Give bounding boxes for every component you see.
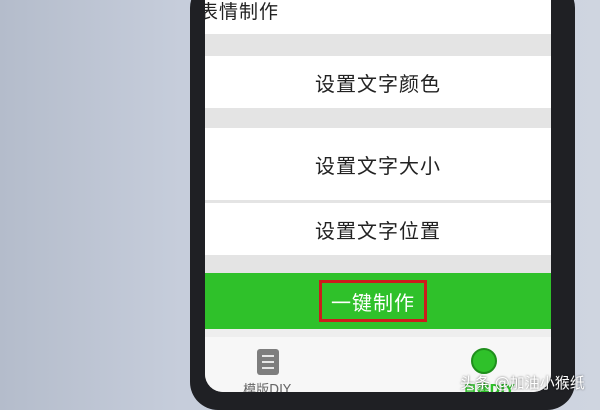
divider (205, 108, 551, 128)
circle-icon (471, 348, 497, 374)
set-text-position-option[interactable]: 设置文字位置 (205, 203, 551, 255)
divider (205, 255, 551, 273)
watermark: 头条 @加油小猴纸 (460, 374, 585, 392)
header: 表情制作 (205, 0, 551, 34)
divider (205, 34, 551, 56)
button-label: 一键制作 (331, 290, 415, 315)
option-label: 设置文字颜色 (315, 71, 441, 96)
one-key-create-button[interactable]: 一键制作 (319, 280, 427, 322)
set-text-size-option[interactable]: 设置文字大小 (205, 128, 551, 200)
tab-template-diy[interactable]: 模版DIY (207, 337, 327, 392)
app-screen: 表情制作 设置文字颜色 设置文字大小 设置文字位置 一键制作 模版DIY 自建D… (205, 0, 551, 392)
page-title: 表情制作 (205, 1, 280, 23)
set-text-color-option[interactable]: 设置文字颜色 (205, 56, 551, 108)
option-label: 设置文字大小 (315, 153, 441, 178)
document-icon (257, 349, 279, 375)
option-label: 设置文字位置 (315, 218, 441, 243)
tab-label: 模版DIY (243, 383, 291, 392)
